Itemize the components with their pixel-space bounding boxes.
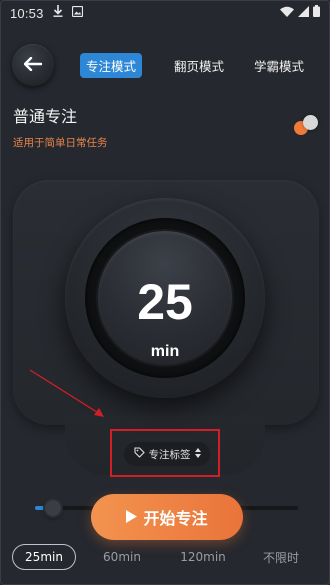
slider-handle[interactable] — [45, 500, 62, 516]
toggle-dot-white — [303, 115, 318, 130]
status-time: 10:53 — [10, 5, 44, 21]
duration-options: 25min 60min 120min 不限时 — [12, 543, 322, 571]
download-icon — [53, 5, 63, 21]
tab-focus-mode[interactable]: 专注模式 — [80, 53, 143, 78]
mode-subtitle: 适用于简单日常任务 — [13, 137, 108, 149]
wifi-icon — [280, 6, 294, 21]
start-focus-label: 开始专注 — [143, 509, 208, 528]
tab-page-mode[interactable]: 翻页模式 — [168, 53, 230, 78]
tag-icon — [133, 447, 145, 461]
start-focus-button[interactable]: 开始专注 — [91, 494, 243, 540]
duration-option-unlimited[interactable]: 不限时 — [248, 549, 314, 566]
duration-option-60[interactable]: 60min — [92, 550, 152, 564]
signal-icon — [298, 5, 309, 21]
status-bar: 10:53 — [0, 0, 330, 26]
back-button[interactable] — [12, 44, 54, 86]
timer-value: 25 — [137, 274, 193, 330]
duration-option-120[interactable]: 120min — [170, 550, 236, 564]
mode-tabs: 专注模式 翻页模式 学霸模式 — [80, 53, 310, 78]
duration-option-25[interactable]: 25min — [12, 544, 76, 570]
play-icon — [126, 508, 138, 527]
mode-title: 普通专注 — [13, 107, 78, 126]
focus-tag-selector[interactable]: 专注标签 — [124, 442, 210, 466]
timer-unit: min — [150, 343, 180, 360]
tab-scholar-mode[interactable]: 学霸模式 — [248, 53, 310, 78]
focus-tag-label: 专注标签 — [148, 448, 191, 461]
battery-icon — [313, 5, 320, 21]
arrow-left-icon — [23, 56, 43, 75]
updown-caret-icon — [194, 447, 201, 461]
theme-toggle[interactable] — [294, 115, 320, 137]
image-notification-icon — [71, 5, 83, 21]
